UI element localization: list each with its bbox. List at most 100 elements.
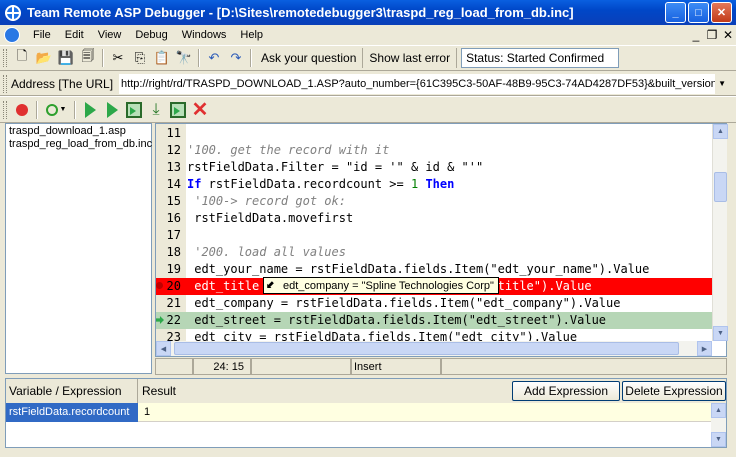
code-line[interactable]: 21 edt_company = rstFieldData.fields.Ite… (156, 295, 712, 312)
column-variable[interactable]: Variable / Expression (6, 379, 138, 403)
file-item[interactable]: traspd_download_1.asp (9, 125, 148, 138)
scroll-left-icon[interactable]: ◀ (156, 341, 171, 356)
watch-scrollbar[interactable]: ▲ ▼ (711, 403, 726, 447)
title-bar: Team Remote ASP Debugger - [D:\Sites\rem… (0, 0, 736, 25)
mdi-close-button[interactable]: ✕ (720, 28, 736, 42)
file-item[interactable]: traspd_reg_load_from_db.inc (9, 138, 152, 151)
menu-edit[interactable]: Edit (58, 27, 91, 43)
line-number[interactable]: 14 (156, 176, 181, 193)
maximize-button[interactable]: □ (688, 2, 709, 23)
watch-variable[interactable]: rstFieldData.recordcount (6, 403, 138, 422)
code-text[interactable]: rstFieldData.movefirst (187, 210, 353, 227)
column-result[interactable]: Result (138, 379, 508, 403)
code-line[interactable]: 14 If rstFieldData.recordcount >= 1 Then (156, 176, 712, 193)
table-row[interactable]: rstFieldData.recordcount 1 (6, 403, 711, 422)
cut-icon[interactable]: ✂ (107, 47, 129, 69)
editor-horizontal-scrollbar[interactable]: ◀ ▶ (156, 341, 712, 356)
code-text[interactable]: '100-> record got ok: (187, 193, 346, 210)
open-folder-icon[interactable]: 📂 (33, 47, 55, 69)
new-file-icon[interactable]: 🗋 (11, 47, 33, 69)
line-number[interactable]: 12 (156, 142, 181, 159)
line-number[interactable]: 15 (156, 193, 181, 210)
code-text[interactable]: edt_company = rstFieldData.fields.Item("… (187, 295, 620, 312)
watch-panel: Variable / Expression Result Add Express… (5, 378, 727, 448)
menu-windows[interactable]: Windows (175, 27, 234, 43)
line-number[interactable]: 11 (156, 125, 181, 142)
address-grip[interactable] (3, 74, 7, 93)
delete-expression-button[interactable]: Delete Expression (622, 381, 726, 401)
menu-file[interactable]: File (26, 27, 58, 43)
scroll-right-icon[interactable]: ▶ (697, 341, 712, 356)
line-number[interactable]: 21 (156, 295, 181, 312)
editor-vertical-scrollbar[interactable]: ▲ ▼ (712, 124, 728, 341)
watch-scroll-up-icon[interactable]: ▲ (711, 403, 726, 418)
code-line[interactable]: 13 rstFieldData.Filter = "id = '" & id & … (156, 159, 712, 176)
code-line[interactable]: 11 (156, 125, 712, 142)
code-line[interactable]: 18 '200. load all values (156, 244, 712, 261)
toolbar-grip[interactable] (3, 49, 7, 67)
paste-icon[interactable]: 📋 (151, 47, 173, 69)
breakpoint-marker-icon[interactable] (156, 282, 163, 289)
tooltip-text: edt_company = "Spline Technologies Corp" (283, 279, 494, 292)
code-line[interactable]: 17 (156, 227, 712, 244)
step-into-icon[interactable] (123, 99, 145, 121)
save-icon[interactable]: 💾 (55, 47, 77, 69)
horizontal-scroll-thumb[interactable] (174, 342, 679, 355)
undo-icon[interactable]: ↶ (203, 47, 225, 69)
redo-icon[interactable]: ↷ (225, 47, 247, 69)
document-icon[interactable] (4, 27, 20, 43)
current-line[interactable]: 22 edt_street = rstFieldData.fields.Item… (156, 312, 712, 329)
line-number[interactable]: 19 (156, 261, 181, 278)
line-number[interactable]: 16 (156, 210, 181, 227)
scroll-up-icon[interactable]: ▲ (713, 124, 728, 139)
show-last-error-button[interactable]: Show last error (363, 48, 458, 68)
ask-question-button[interactable]: Ask your question (255, 48, 364, 68)
code-line[interactable]: 15 '100-> record got ok: (156, 193, 712, 210)
mdi-restore-button[interactable]: ❐ (704, 28, 720, 42)
step-out-icon[interactable] (167, 99, 189, 121)
status-field: Status: Started Confirmed (461, 48, 620, 68)
code-line[interactable]: 12 '100. get the record with it (156, 142, 712, 159)
watch-ring-icon[interactable]: ▼ (41, 99, 71, 121)
value-tooltip: ⬋ edt_company = "Spline Technologies Cor… (263, 277, 499, 294)
watch-list: rstFieldData.recordcount 1 (6, 403, 711, 447)
run-to-cursor-icon[interactable] (101, 99, 123, 121)
code-text[interactable]: rstFieldData.Filter = "id = '" & id & "'… (187, 159, 483, 176)
file-list: traspd_download_1.asp traspd_reg_load_fr… (5, 123, 152, 374)
menu-view[interactable]: View (91, 27, 129, 43)
code-text[interactable]: '100. get the record with it (187, 142, 389, 159)
minimize-button[interactable]: _ (665, 2, 686, 23)
copy-icon[interactable]: ⎘ (129, 47, 151, 69)
address-input[interactable]: http://right/rd/TRASPD_DOWNLOAD_1.ASP?au… (119, 73, 716, 94)
save-all-icon[interactable]: 🗐 (77, 47, 99, 69)
code-line[interactable]: 16 rstFieldData.movefirst (156, 210, 712, 227)
stop-icon[interactable]: ✕ (189, 99, 211, 121)
watch-header: Variable / Expression Result Add Express… (6, 379, 726, 403)
address-dropdown-icon[interactable]: ▼ (715, 74, 729, 94)
line-number[interactable]: 18 (156, 244, 181, 261)
run-icon[interactable] (79, 99, 101, 121)
mdi-minimize-button[interactable]: _ (688, 28, 704, 42)
menu-debug[interactable]: Debug (128, 27, 174, 43)
code-text[interactable]: edt_your_name = rstFieldData.fields.Item… (187, 261, 649, 278)
watch-scroll-down-icon[interactable]: ▼ (711, 432, 726, 447)
menu-help[interactable]: Help (233, 27, 270, 43)
close-button[interactable]: ✕ (711, 2, 732, 23)
app-icon[interactable] (5, 4, 21, 21)
code-text[interactable]: If rstFieldData.recordcount >= 1 Then (187, 176, 454, 193)
code-text[interactable]: edt_street = rstFieldData.fields.Item("e… (187, 312, 606, 329)
debug-toolbar-grip[interactable] (3, 100, 7, 119)
code-editor[interactable]: 11 12 '100. get the record with it 13 rstFie… (155, 123, 727, 357)
breakpoint-icon[interactable] (11, 99, 33, 121)
cursor-position: 24: 15 (193, 358, 251, 375)
step-over-icon[interactable]: ⤓ (145, 99, 167, 121)
line-number[interactable]: 17 (156, 227, 181, 244)
code-text[interactable]: '200. load all values (187, 244, 346, 261)
watch-result[interactable]: 1 (138, 403, 711, 422)
scroll-thumb[interactable] (714, 172, 727, 202)
find-icon[interactable]: 🔭 (173, 47, 195, 69)
add-expression-button[interactable]: Add Expression (512, 381, 620, 401)
scroll-down-icon[interactable]: ▼ (713, 326, 728, 341)
code-line[interactable]: 19 edt_your_name = rstFieldData.fields.I… (156, 261, 712, 278)
line-number[interactable]: 13 (156, 159, 181, 176)
